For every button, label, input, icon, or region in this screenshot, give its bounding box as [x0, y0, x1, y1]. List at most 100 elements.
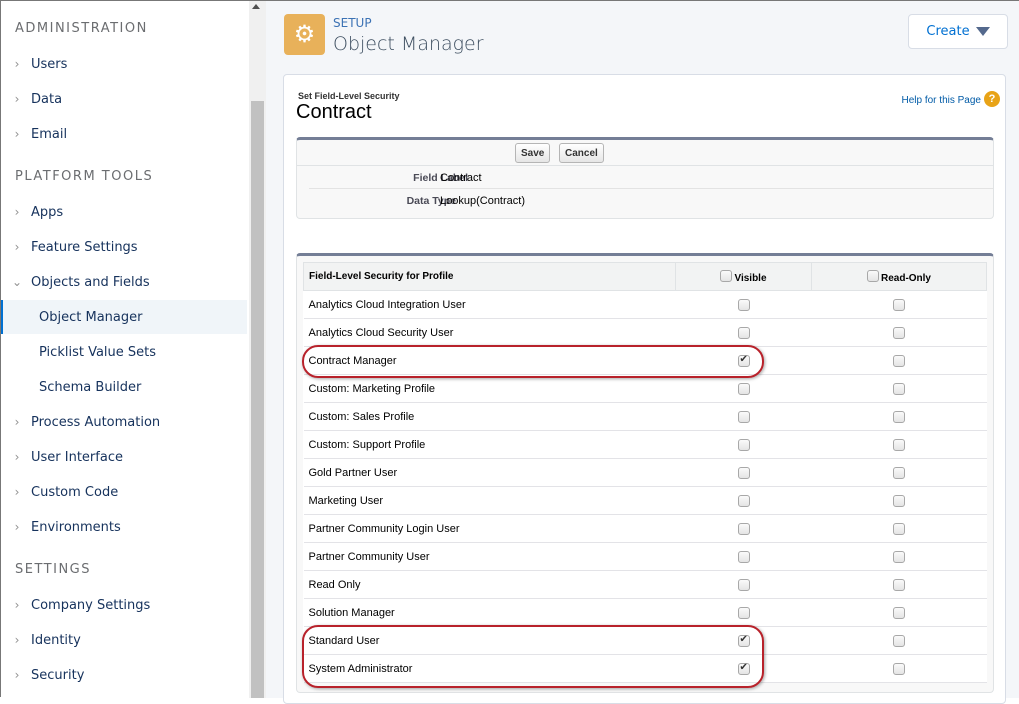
table-header-row: Field-Level Security for Profile Visible… — [303, 262, 987, 291]
readonly-cell — [811, 290, 987, 319]
readonly-checkbox[interactable] — [893, 438, 905, 451]
profile-name: Analytics Cloud Security User — [303, 318, 676, 347]
visible-checkbox[interactable] — [737, 662, 750, 675]
visible-cell — [675, 486, 812, 515]
readonly-checkbox[interactable] — [893, 466, 905, 479]
button-row: Save Cancel — [297, 140, 993, 166]
readonly-checkbox[interactable] — [893, 382, 905, 395]
sidebar-item-user-interface[interactable]: › User Interface — [1, 440, 247, 474]
sidebar-item-identity[interactable]: › Identity — [1, 623, 247, 657]
visible-checkbox[interactable] — [737, 326, 750, 339]
table-row: Partner Community User — [303, 542, 987, 571]
chevron-down-icon: ⌄ — [11, 275, 23, 289]
fls-table: Field-Level Security for Profile Visible… — [303, 262, 987, 683]
readonly-checkbox[interactable] — [893, 326, 905, 339]
readonly-checkbox[interactable] — [893, 634, 905, 647]
select-all-readonly-checkbox[interactable] — [866, 269, 879, 282]
readonly-cell — [811, 458, 987, 487]
sidebar-item-label: Object Manager — [39, 309, 143, 325]
table-row: Standard User — [303, 626, 987, 655]
save-button[interactable]: Save — [515, 143, 551, 163]
readonly-checkbox[interactable] — [893, 410, 905, 423]
readonly-checkbox[interactable] — [893, 662, 905, 675]
table-row: Contract Manager — [303, 346, 987, 375]
sidebar-item-picklist-value-sets[interactable]: Picklist Value Sets — [1, 335, 247, 369]
visible-cell — [675, 626, 812, 655]
select-all-visible-checkbox[interactable] — [720, 269, 733, 282]
visible-checkbox[interactable] — [737, 550, 750, 563]
scroll-up-arrow-icon[interactable] — [252, 4, 260, 9]
visible-checkbox[interactable] — [737, 578, 750, 591]
chevron-right-icon: › — [14, 450, 20, 464]
visible-checkbox[interactable] — [737, 438, 750, 451]
sidebar-item-environments[interactable]: › Environments — [1, 510, 247, 544]
readonly-checkbox[interactable] — [893, 522, 905, 535]
readonly-checkbox[interactable] — [893, 298, 905, 311]
chevron-right-icon: › — [14, 415, 20, 429]
sidebar-item-object-manager[interactable]: Object Manager — [1, 300, 247, 334]
chevron-right-icon: › — [14, 633, 20, 647]
visible-checkbox[interactable] — [737, 634, 750, 647]
setup-sidebar: ADMINISTRATION › Users › Data › Email PLATFORM … — [1, 1, 251, 698]
sidebar-item-schema-builder[interactable]: Schema Builder — [1, 370, 247, 404]
table-row: System Administrator — [303, 654, 987, 683]
cancel-button[interactable]: Cancel — [559, 143, 604, 163]
table-row: Custom: Marketing Profile — [303, 374, 987, 403]
sidebar-item-company-settings[interactable]: › Company Settings — [1, 588, 247, 622]
sidebar-item-feature-settings[interactable]: › Feature Settings — [1, 230, 247, 264]
profile-name: Custom: Marketing Profile — [303, 374, 676, 403]
readonly-checkbox[interactable] — [893, 354, 905, 367]
sidebar-item-users[interactable]: › Users — [1, 47, 247, 81]
chevron-right-icon: › — [14, 668, 20, 682]
help-link[interactable]: Help for this Page — [902, 95, 982, 106]
sidebar-item-label: Picklist Value Sets — [39, 344, 157, 360]
chevron-right-icon: › — [14, 598, 20, 612]
sidebar-scrollbar[interactable] — [249, 1, 266, 698]
readonly-cell — [811, 402, 987, 431]
readonly-cell — [811, 318, 987, 347]
table-row: Analytics Cloud Security User — [303, 318, 987, 347]
scrollbar-thumb[interactable] — [251, 101, 264, 698]
visible-cell — [675, 514, 812, 543]
sidebar-item-label: User Interface — [31, 449, 123, 465]
sidebar-item-label: Custom Code — [31, 484, 119, 500]
create-button[interactable]: Create — [908, 14, 1008, 49]
sidebar-item-apps[interactable]: › Apps — [1, 195, 247, 229]
readonly-cell — [811, 514, 987, 543]
visible-checkbox[interactable] — [737, 522, 750, 535]
visible-checkbox[interactable] — [737, 606, 750, 619]
sidebar-item-email[interactable]: › Email — [1, 117, 247, 151]
page-title: Contract — [296, 101, 372, 123]
readonly-checkbox[interactable] — [893, 578, 905, 591]
visible-cell — [675, 598, 812, 627]
visible-checkbox[interactable] — [737, 466, 750, 479]
field-detail-block: Save Cancel Field Label Contract Data Ty… — [296, 137, 994, 219]
sidebar-item-security[interactable]: › Security — [1, 658, 247, 692]
help-icon[interactable]: ? — [984, 91, 1000, 107]
visible-checkbox[interactable] — [737, 410, 750, 423]
readonly-column-header: Read-Only — [811, 262, 987, 291]
visible-checkbox[interactable] — [737, 354, 750, 367]
sidebar-item-label: Email — [31, 126, 68, 142]
readonly-checkbox[interactable] — [893, 550, 905, 563]
sidebar-item-objects-and-fields[interactable]: ⌄ Objects and Fields — [1, 265, 247, 299]
sidebar-item-data[interactable]: › Data — [1, 82, 247, 116]
visible-checkbox[interactable] — [737, 382, 750, 395]
readonly-cell — [811, 430, 987, 459]
visible-header-label: Visible — [734, 272, 767, 284]
profile-name: System Administrator — [303, 654, 676, 683]
sidebar-item-process-automation[interactable]: › Process Automation — [1, 405, 247, 439]
readonly-checkbox[interactable] — [893, 606, 905, 619]
visible-cell — [675, 430, 812, 459]
table-row: Gold Partner User — [303, 458, 987, 487]
profile-name: Custom: Sales Profile — [303, 402, 676, 431]
readonly-cell — [811, 346, 987, 375]
visible-checkbox[interactable] — [737, 494, 750, 507]
profile-column-header: Field-Level Security for Profile — [303, 262, 676, 291]
readonly-checkbox[interactable] — [893, 494, 905, 507]
sidebar-item-label: Security — [31, 667, 85, 683]
visible-checkbox[interactable] — [737, 298, 750, 311]
sidebar-item-custom-code[interactable]: › Custom Code — [1, 475, 247, 509]
visible-cell — [675, 654, 812, 683]
profile-name: Standard User — [303, 626, 676, 655]
